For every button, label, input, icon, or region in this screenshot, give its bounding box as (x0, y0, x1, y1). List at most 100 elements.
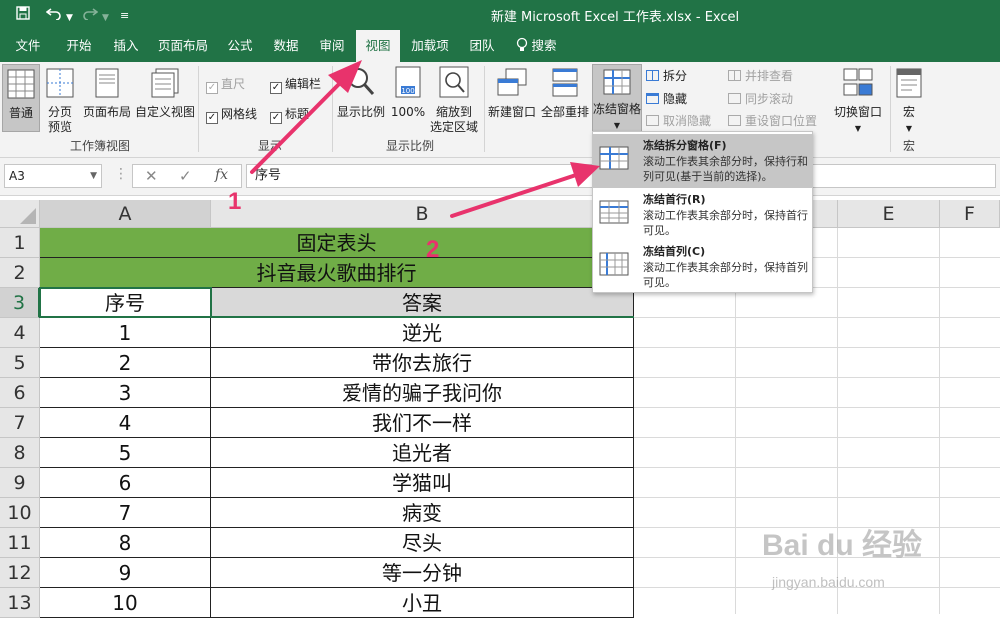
row-header[interactable]: 1 (0, 228, 40, 258)
row-header[interactable]: 5 (0, 348, 40, 378)
chevron-down-icon: ▼ (613, 121, 621, 130)
tab-view[interactable]: 视图 (356, 30, 400, 62)
table-cell[interactable]: 追光者 (211, 438, 634, 468)
view-side-by-side-button[interactable]: 并排查看 (728, 68, 793, 84)
merged-subtitle-cell[interactable]: 抖音最火歌曲排行 (40, 258, 634, 288)
table-cell[interactable]: 尽头 (211, 528, 634, 558)
tab-review[interactable]: 审阅 (310, 30, 354, 62)
table-cell[interactable]: 7 (40, 498, 211, 528)
tab-search[interactable]: 搜索 (508, 30, 564, 62)
group-label-show: 显示 (257, 139, 282, 153)
new-window-icon (486, 68, 538, 102)
normal-view-button[interactable]: 普通 (2, 64, 40, 132)
menu-item-freeze-top-row[interactable]: 冻结首行(R) 滚动工作表其余部分时，保持首行可见。 (593, 188, 812, 242)
macros-button[interactable]: 宏 ▼ (892, 68, 926, 136)
tab-file[interactable]: 文件 (6, 30, 50, 62)
table-cell[interactable]: 6 (40, 468, 211, 498)
synchronous-scrolling-button[interactable]: 同步滚动 (728, 91, 793, 107)
row-header[interactable]: 2 (0, 258, 40, 288)
tab-team[interactable]: 团队 (460, 30, 504, 62)
tab-formulas[interactable]: 公式 (218, 30, 262, 62)
table-cell[interactable]: 3 (40, 378, 211, 408)
table-cell[interactable]: 爱情的骗子我问你 (211, 378, 634, 408)
zoom-button[interactable]: 显示比例 (334, 66, 388, 120)
name-box[interactable]: A3 ▼ (4, 164, 102, 188)
split-icon (646, 70, 659, 81)
window-title: 新建 Microsoft Excel 工作表.xlsx - Excel (490, 10, 740, 25)
freeze-first-column-icon (599, 252, 629, 279)
reset-window-position-button[interactable]: 重设窗口位置 (728, 113, 817, 129)
row-header[interactable]: 8 (0, 438, 40, 468)
split-button[interactable]: 拆分 (646, 68, 687, 84)
column-header-a[interactable]: A (40, 200, 211, 228)
table-cell[interactable]: 4 (40, 408, 211, 438)
sync-scroll-icon (728, 93, 741, 104)
formula-bar-checkbox[interactable]: ✓ 编辑栏 (270, 76, 321, 94)
title-bar: ▼ ▼ ≡ 新建 Microsoft Excel 工作表.xlsx - Exce… (0, 0, 1000, 30)
header-cell-b3[interactable]: 答案 (211, 288, 634, 318)
menu-item-freeze-panes[interactable]: 冻结拆分窗格(F) 滚动工作表其余部分时，保持行和列可见(基于当前的选择)。 (593, 134, 812, 188)
headings-checkbox[interactable]: ✓ 标题 (270, 106, 309, 124)
table-cell[interactable]: 我们不一样 (211, 408, 634, 438)
unhide-button[interactable]: 取消隐藏 (646, 113, 711, 129)
ruler-checkbox[interactable]: ✓ 直尺 (206, 76, 245, 94)
table-cell[interactable]: 病变 (211, 498, 634, 528)
zoom-100-button[interactable]: 100 100% (390, 66, 426, 120)
arrange-all-button[interactable]: 全部重排 (538, 68, 592, 120)
page-layout-view-button[interactable]: 页面布局 (80, 68, 134, 120)
zoom-100-icon: 100 (390, 66, 426, 102)
row-header[interactable]: 4 (0, 318, 40, 348)
table-cell[interactable]: 2 (40, 348, 211, 378)
insert-function-icon[interactable]: fx (215, 167, 228, 183)
gridline (634, 317, 1000, 318)
select-all-corner[interactable] (0, 200, 40, 228)
enter-icon[interactable]: ✓ (179, 167, 192, 185)
table-cell[interactable]: 9 (40, 558, 211, 588)
ribbon-view: 普通 分页 预览 页面布局 自定义视图 工作簿视图 ✓ 直尺 ✓ 编辑栏 ✓ 网格线 ✓… (0, 62, 1000, 158)
merged-title-cell[interactable]: 固定表头 (40, 228, 634, 258)
chevron-down-icon: ▼ (905, 124, 913, 133)
menu-item-freeze-first-column[interactable]: 冻结首列(C) 滚动工作表其余部分时，保持首列可见。 (593, 240, 812, 294)
switch-windows-button[interactable]: 切换窗口 ▼ (828, 68, 888, 136)
custom-views-button[interactable]: 自定义视图 (134, 68, 196, 120)
gridline (634, 437, 1000, 438)
row-header[interactable]: 9 (0, 468, 40, 498)
group-label-workbook-views: 工作簿视图 (69, 139, 130, 153)
svg-text:100: 100 (401, 87, 414, 95)
row-header[interactable]: 11 (0, 528, 40, 558)
table-cell[interactable]: 学猫叫 (211, 468, 634, 498)
annotation-number-1: 1 (228, 188, 242, 215)
cancel-icon[interactable]: ✕ (145, 167, 158, 185)
hide-button[interactable]: 隐藏 (646, 91, 687, 107)
tab-page-layout[interactable]: 页面布局 (150, 30, 216, 62)
freeze-panes-button[interactable]: 冻结窗格 ▼ (592, 64, 642, 132)
table-cell[interactable]: 等一分钟 (211, 558, 634, 588)
side-by-side-icon (728, 70, 741, 81)
row-header[interactable]: 10 (0, 498, 40, 528)
unhide-icon (646, 115, 659, 126)
page-break-preview-button[interactable]: 分页 预览 (42, 68, 78, 135)
tab-insert[interactable]: 插入 (104, 30, 148, 62)
table-cell[interactable]: 8 (40, 528, 211, 558)
tab-home[interactable]: 开始 (56, 30, 102, 62)
row-header[interactable]: 12 (0, 558, 40, 588)
zoom-selection-icon (426, 66, 482, 102)
column-header-f[interactable]: F (940, 200, 1000, 228)
column-header-b[interactable]: B (211, 200, 634, 228)
table-cell[interactable]: 1 (40, 318, 211, 348)
tab-add-ins[interactable]: 加载项 (402, 30, 458, 62)
new-window-button[interactable]: 新建窗口 (486, 68, 538, 120)
column-header-e[interactable]: E (838, 200, 940, 228)
table-cell[interactable]: 逆光 (211, 318, 634, 348)
row-header[interactable]: 7 (0, 408, 40, 438)
group-separator (484, 66, 485, 152)
row-header[interactable]: 6 (0, 378, 40, 408)
gridlines-checkbox[interactable]: ✓ 网格线 (206, 106, 257, 124)
row-header[interactable]: 3 (0, 288, 40, 318)
zoom-to-selection-button[interactable]: 缩放到 选定区域 (426, 66, 482, 135)
switch-windows-icon (828, 68, 888, 102)
tab-data[interactable]: 数据 (264, 30, 308, 62)
custom-views-icon (134, 68, 196, 102)
table-cell[interactable]: 5 (40, 438, 211, 468)
table-cell[interactable]: 带你去旅行 (211, 348, 634, 378)
